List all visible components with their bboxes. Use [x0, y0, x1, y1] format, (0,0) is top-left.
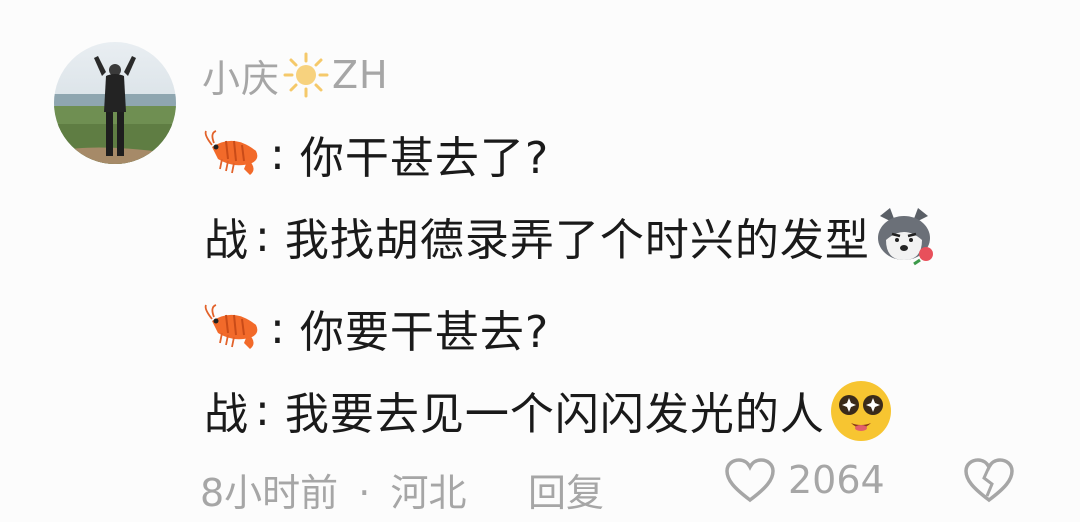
avatar[interactable]	[54, 42, 176, 164]
comment-line: 战 : 我要去见一个闪闪发光的人	[204, 372, 895, 448]
comment-time: 8小时前	[200, 471, 339, 515]
dislike-button[interactable]	[962, 458, 1016, 504]
sparkle-eyes-face-icon	[827, 377, 895, 443]
shrimp-icon	[204, 129, 264, 179]
like-count: 2064	[788, 458, 885, 502]
comment-line: : 你要干甚去?	[204, 290, 549, 366]
line-speaker: 战	[204, 215, 249, 266]
meta-separator: ·	[358, 471, 371, 515]
line-text: 我要去见一个闪闪发光的人	[284, 389, 825, 440]
line-text: 你要干甚去?	[299, 307, 550, 358]
comment-location: 河北	[390, 471, 467, 515]
like-button[interactable]: 2064	[724, 458, 885, 504]
line-text: 你干甚去了?	[299, 133, 550, 184]
reply-button[interactable]: 回复	[528, 462, 604, 517]
avatar-photo	[54, 42, 176, 164]
comment-meta: 8小时前 · 河北	[200, 462, 466, 522]
username-part1: 小庆	[202, 56, 281, 101]
shrimp-icon	[204, 303, 264, 353]
comment-line: 战 : 我找胡德录弄了个时兴的发型	[204, 198, 936, 274]
line-colon: :	[255, 210, 271, 262]
comment-line: : 你干甚去了?	[204, 116, 549, 192]
username[interactable]: 小庆 ZH	[202, 50, 389, 101]
line-colon: :	[270, 302, 286, 354]
husky-rose-icon	[872, 206, 936, 266]
sun-icon	[282, 51, 330, 99]
line-text: 我找胡德录弄了个时兴的发型	[284, 215, 870, 266]
broken-heart-icon	[964, 458, 1014, 503]
heart-icon	[724, 458, 776, 504]
username-part2: ZH	[332, 53, 389, 97]
line-colon: :	[270, 128, 286, 180]
line-speaker: 战	[204, 389, 249, 440]
line-colon: :	[255, 384, 271, 436]
